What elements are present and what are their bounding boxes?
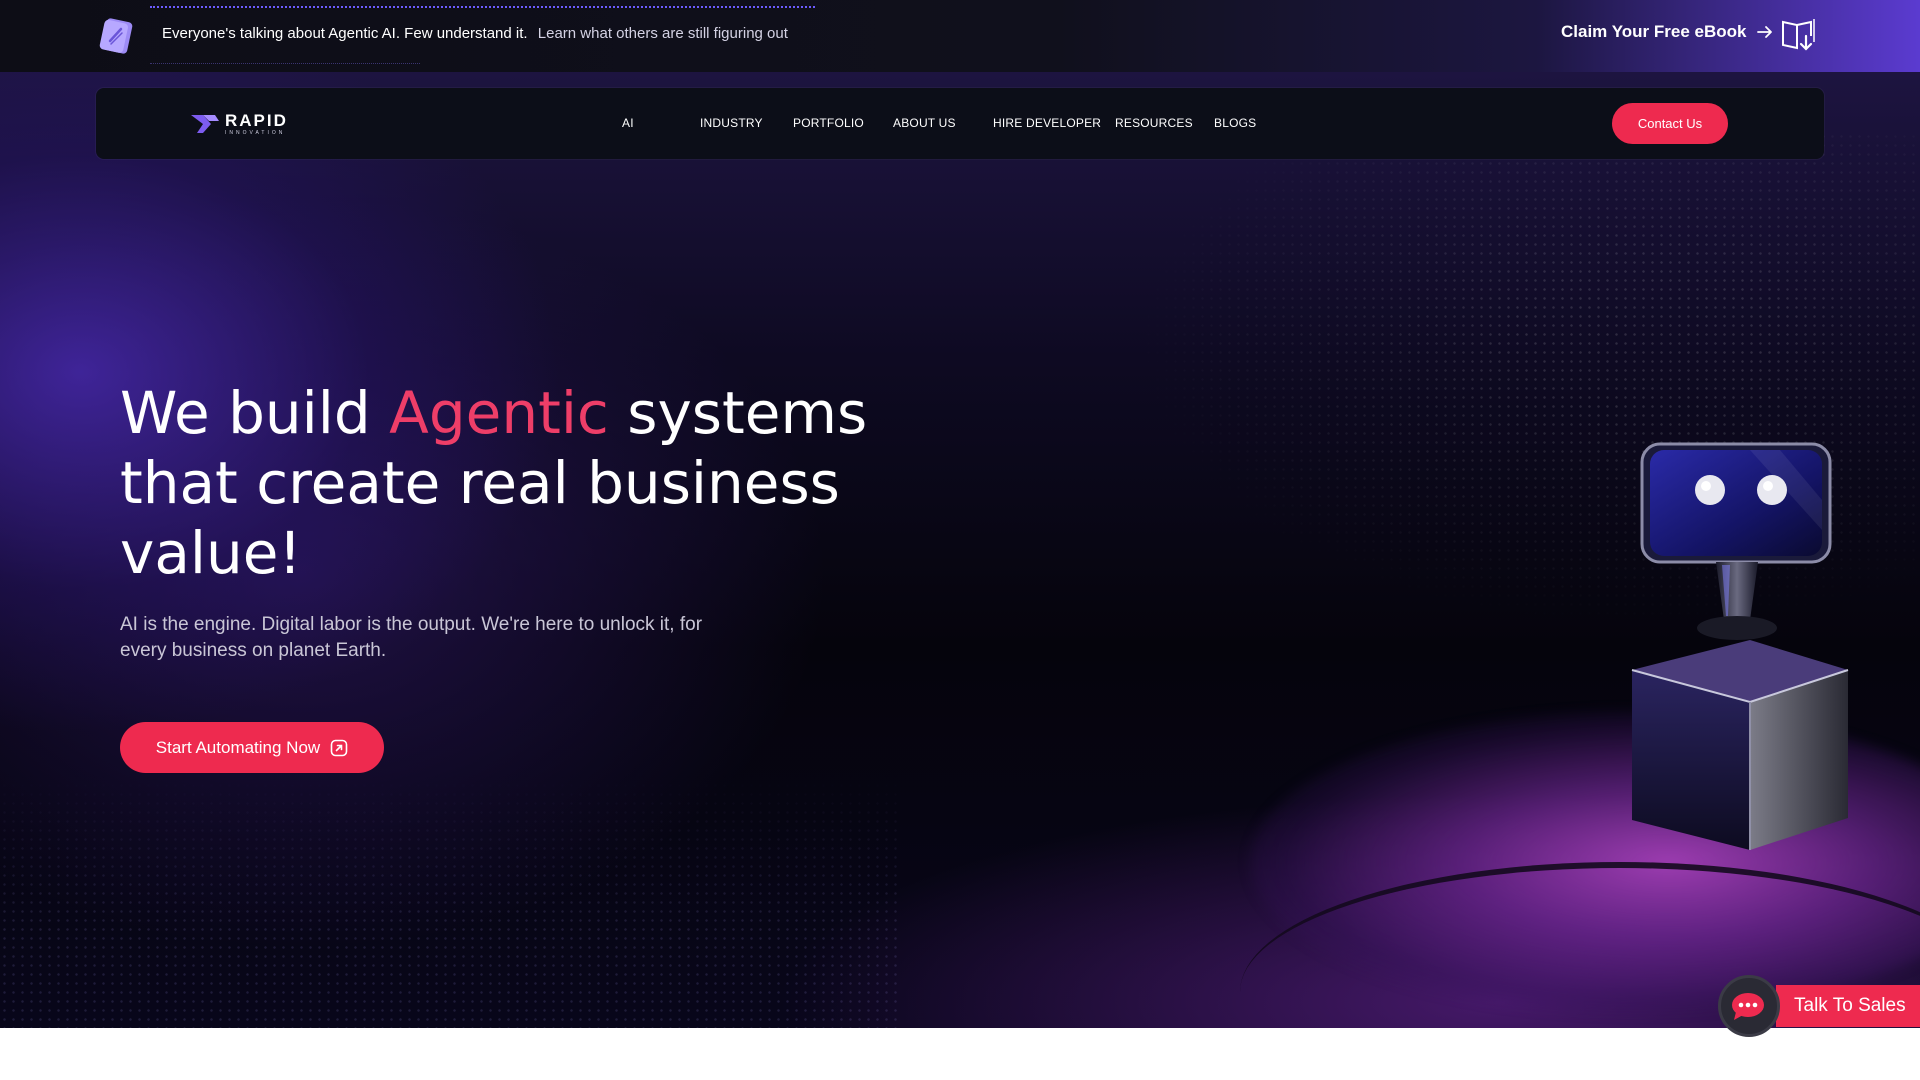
banner-dotted-line-bottom xyxy=(150,63,420,64)
headline-text-start: We build xyxy=(120,379,390,447)
ebook-download-icon[interactable] xyxy=(1779,16,1819,56)
logo-mark-icon xyxy=(191,115,219,133)
contact-us-button[interactable]: Contact Us xyxy=(1612,103,1728,144)
headline-accent-word: Agentic xyxy=(389,379,609,447)
robot-illustration xyxy=(1631,442,1849,850)
claim-ebook-link[interactable]: Claim Your Free eBook xyxy=(1561,22,1774,42)
arrow-right-icon xyxy=(1757,26,1773,38)
dot-grid-pattern-left xyxy=(0,772,900,1028)
nav-item-resources[interactable]: RESOURCES xyxy=(1115,116,1193,130)
start-automating-label: Start Automating Now xyxy=(155,737,321,757)
logo-subtext: INNOVATION xyxy=(225,130,286,136)
talk-to-sales-button[interactable]: Talk To Sales xyxy=(1776,985,1920,1027)
hero-subline: AI is the engine. Digital labor is the o… xyxy=(120,614,703,661)
chat-bubble-button[interactable] xyxy=(1718,975,1780,1037)
claim-ebook-label: Claim Your Free eBook xyxy=(1561,22,1747,41)
brand-logo[interactable]: RAPID INNOVATION xyxy=(191,110,301,138)
book-icon xyxy=(99,18,133,54)
nav-item-ai[interactable]: AI xyxy=(622,116,634,130)
hero-headline: We build Agentic systems that create rea… xyxy=(120,378,880,588)
start-automating-button[interactable]: Start Automating Now xyxy=(120,722,384,773)
main-navigation: RAPID INNOVATION AI INDUSTRY PORTFOLIO A… xyxy=(96,88,1824,159)
external-arrow-icon xyxy=(330,739,348,756)
nav-item-industry[interactable]: INDUSTRY xyxy=(700,116,763,130)
nav-item-about-us[interactable]: ABOUT US xyxy=(893,116,956,130)
nav-item-hire-developer[interactable]: HIRE DEVELOPER xyxy=(993,116,1101,130)
nav-item-portfolio[interactable]: PORTFOLIO xyxy=(793,116,864,130)
banner-message: Everyone's talking about Agentic AI. Few… xyxy=(162,25,788,42)
announcement-bar: Everyone's talking about Agentic AI. Few… xyxy=(0,0,1920,72)
logo-text: RAPID xyxy=(225,111,288,130)
banner-dotted-line xyxy=(150,6,815,8)
talk-to-sales-label: Talk To Sales xyxy=(1794,995,1906,1016)
nav-item-blogs[interactable]: BLOGS xyxy=(1214,116,1256,130)
banner-lead-text: Everyone's talking about Agentic AI. Few… xyxy=(162,25,528,42)
banner-sub-text: Learn what others are still figuring out xyxy=(537,25,788,42)
chat-bubble-icon xyxy=(1732,993,1764,1020)
